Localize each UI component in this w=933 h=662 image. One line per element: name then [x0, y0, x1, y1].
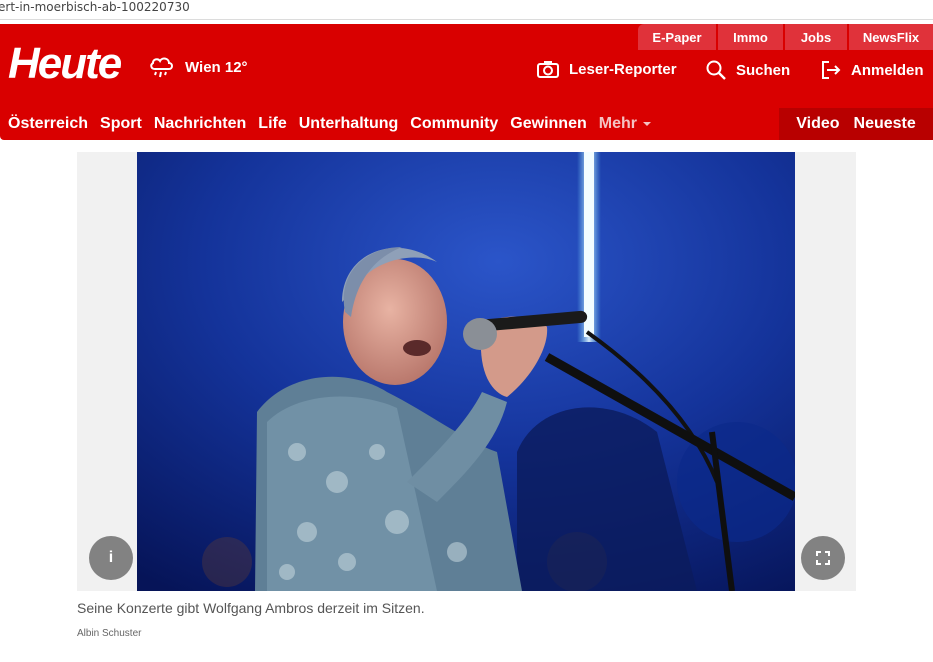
expand-icon — [816, 551, 830, 565]
tab-jobs[interactable]: Jobs — [785, 24, 847, 50]
article-photo[interactable] — [137, 152, 795, 591]
camera-icon — [537, 61, 559, 78]
nav-item-oesterreich[interactable]: Österreich — [8, 115, 88, 133]
info-button[interactable]: i — [89, 536, 133, 580]
login-label: Anmelden — [851, 61, 924, 79]
rain-cloud-icon — [150, 57, 173, 78]
login-icon — [822, 61, 841, 79]
nav-item-life[interactable]: Life — [258, 115, 286, 133]
search-link[interactable]: Suchen — [706, 60, 790, 80]
leser-reporter-label: Leser-Reporter — [569, 60, 677, 78]
image-credit: Albin Schuster — [77, 628, 142, 639]
nav-item-mehr[interactable]: Mehr — [599, 115, 653, 133]
nav-item-nachrichten[interactable]: Nachrichten — [154, 115, 246, 133]
image-caption: Seine Konzerte gibt Wolfgang Ambros derz… — [77, 600, 425, 616]
tab-immo[interactable]: Immo — [718, 24, 783, 50]
weather-text: Wien 12° — [185, 58, 248, 76]
tab-epaper[interactable]: E-Paper — [638, 24, 716, 50]
expand-button[interactable] — [801, 536, 845, 580]
heute-logo[interactable]: Heute — [8, 40, 122, 88]
chevron-down-icon — [642, 122, 651, 126]
nav-item-video[interactable]: Video — [796, 115, 839, 133]
site-header: E-Paper Immo Jobs NewsFlix Heute Wien 12… — [0, 24, 933, 140]
leser-reporter-link[interactable]: Leser-Reporter — [537, 60, 677, 78]
nav-item-sport[interactable]: Sport — [100, 115, 142, 133]
search-label: Suchen — [736, 61, 791, 79]
login-link[interactable]: Anmelden — [821, 60, 924, 80]
nav-mehr-label: Mehr — [598, 115, 637, 132]
nav-item-gewinnen[interactable]: Gewinnen — [510, 115, 586, 133]
nav-right-section: Video Neueste — [779, 108, 933, 140]
url-text[interactable]: ert-in-moerbisch-ab-100220730 — [0, 0, 190, 14]
nav-item-unterhaltung[interactable]: Unterhaltung — [299, 115, 399, 133]
browser-url-bar[interactable]: ert-in-moerbisch-ab-100220730 — [0, 0, 933, 20]
nav-item-neueste[interactable]: Neueste — [854, 115, 916, 133]
service-tabs: E-Paper Immo Jobs NewsFlix — [636, 24, 933, 50]
nav-item-community[interactable]: Community — [410, 115, 498, 133]
concert-photo-illustration — [137, 152, 795, 591]
main-navigation: Österreich Sport Nachrichten Life Unterh… — [0, 108, 933, 140]
tab-newsflix[interactable]: NewsFlix — [849, 24, 933, 50]
weather-widget[interactable]: Wien 12° — [148, 54, 248, 80]
search-icon — [706, 60, 726, 80]
